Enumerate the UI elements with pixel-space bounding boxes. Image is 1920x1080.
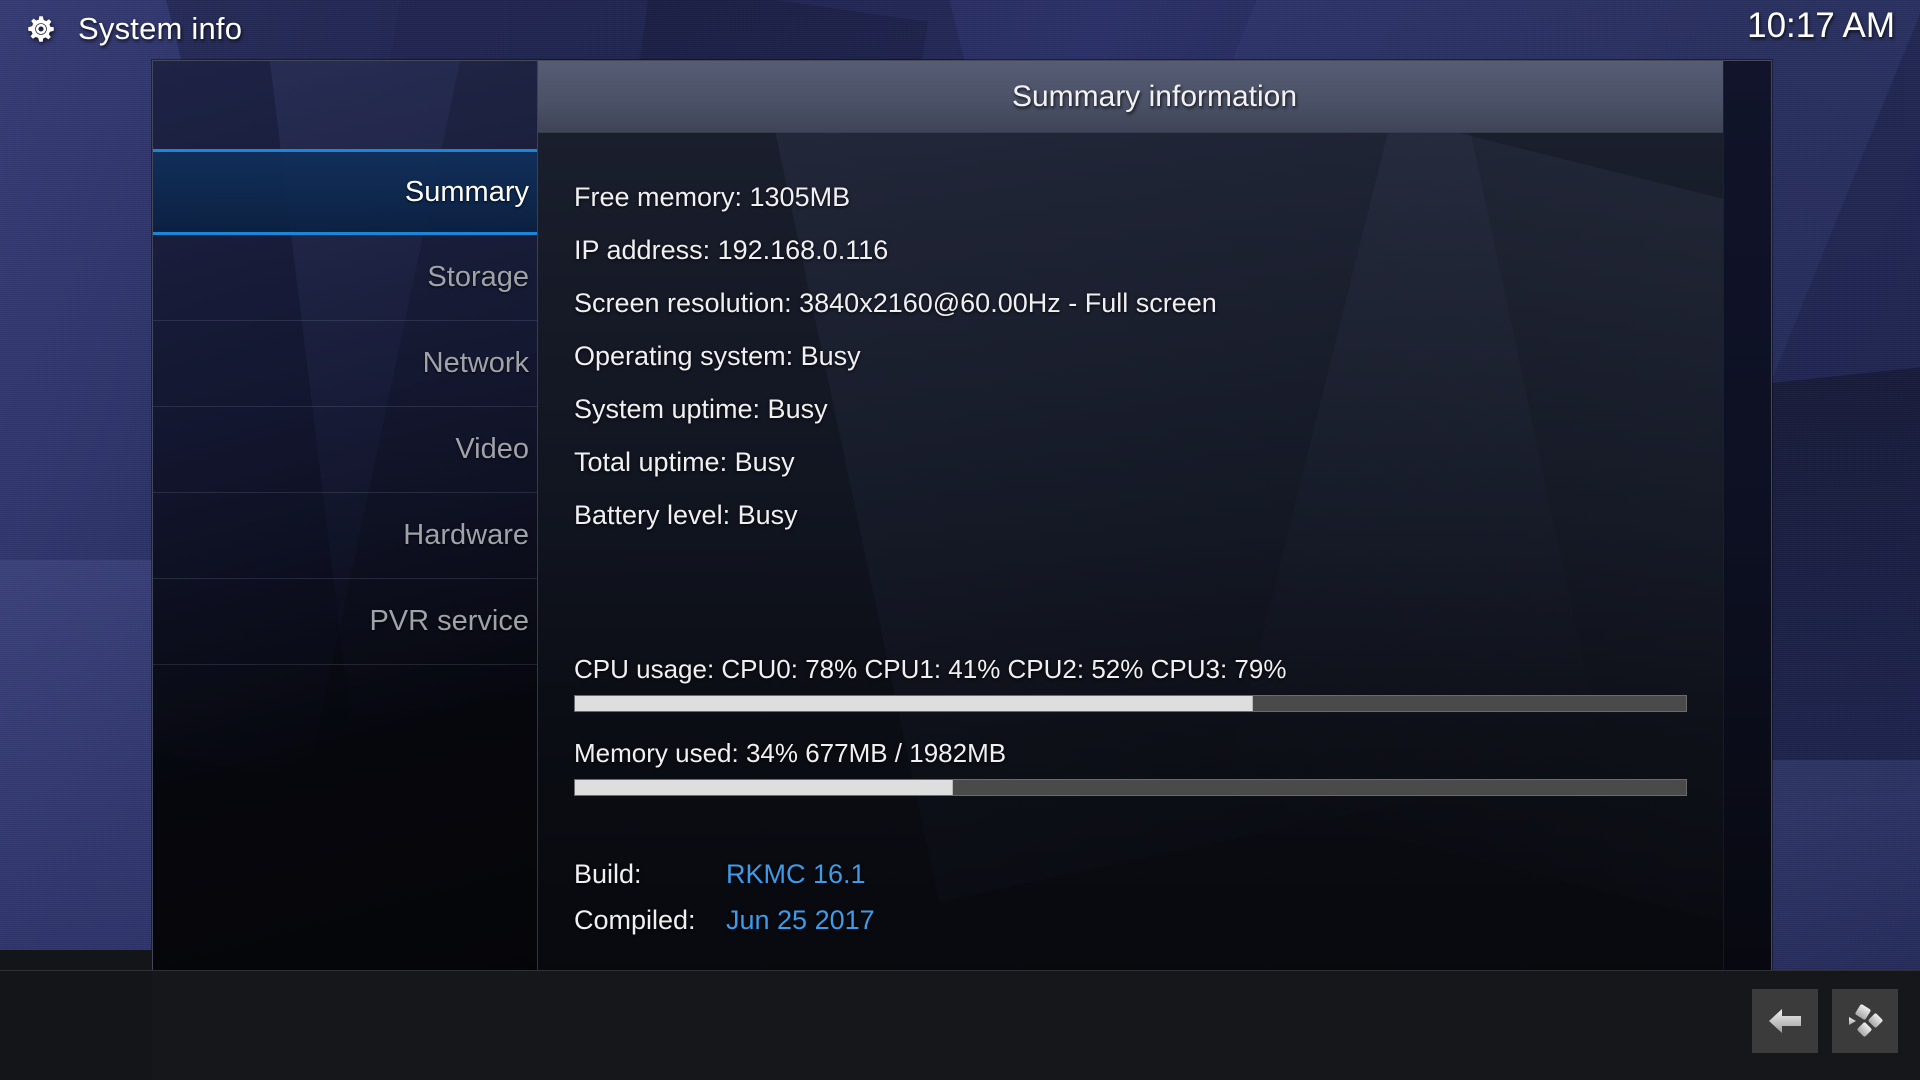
sidebar-item-pvr-service[interactable]: PVR service <box>153 579 537 665</box>
sidebar-item-label: Network <box>422 347 529 379</box>
sidebar-item-video[interactable]: Video <box>153 407 537 493</box>
cpu-usage-label: CPU usage: CPU0: 78% CPU1: 41% CPU2: 52%… <box>574 654 1287 684</box>
build-row: Build: RKMC 16.1 <box>574 851 875 897</box>
back-arrow-icon <box>1766 1006 1804 1036</box>
sidebar-item-label: Summary <box>404 175 529 208</box>
compiled-label: Compiled: <box>574 905 696 935</box>
sidebar-item-label: Hardware <box>403 519 529 551</box>
sidebar-item-summary[interactable]: Summary <box>153 149 537 235</box>
summary-info-line: Battery level: Busy <box>574 500 798 530</box>
compiled-value: Jun 25 2017 <box>726 905 875 935</box>
build-label: Build: <box>574 859 642 889</box>
memory-usage-bar <box>574 779 1687 796</box>
summary-info-line: Total uptime: Busy <box>574 447 795 477</box>
system-info-dialog: Summary Storage Network Video Hardware PVR se… <box>152 60 1772 988</box>
sidebar-item-label: Video <box>455 433 529 465</box>
memory-usage-label: Memory used: 34% 677MB / 1982MB <box>574 738 1007 768</box>
summary-info-line: IP address: 192.168.0.116 <box>574 235 889 265</box>
gear-icon <box>24 12 58 46</box>
content-title-bar: Summary information <box>538 61 1771 133</box>
compiled-row: Compiled: Jun 25 2017 <box>574 897 875 943</box>
usage-section: CPU usage: CPU0: 78% CPU1: 41% CPU2: 52%… <box>574 654 1687 822</box>
sidebar-item-label: Storage <box>427 261 529 293</box>
cpu-usage-bar <box>574 695 1687 712</box>
summary-info-line: Free memory: 1305MB <box>574 182 851 212</box>
menu-list: Summary Storage Network Video Hardware PVR se… <box>153 149 537 665</box>
sidebar-item-network[interactable]: Network <box>153 321 537 407</box>
summary-info-line: Operating system: Busy <box>574 341 861 371</box>
build-info: Build: RKMC 16.1 Compiled: Jun 25 2017 <box>574 851 875 943</box>
cpu-usage-bar-fill <box>575 696 1253 711</box>
kodi-system-info-screen: System info 10:17 AM Summary Storage Netwo… <box>0 0 1920 1080</box>
top-bar-left: System info <box>24 11 242 47</box>
sidebar-item-label: PVR service <box>369 605 529 637</box>
top-bar: System info 10:17 AM <box>0 0 1920 58</box>
summary-info-line: System uptime: Busy <box>574 394 828 424</box>
menu-top-spacer <box>153 61 537 149</box>
sidebar-item-hardware[interactable]: Hardware <box>153 493 537 579</box>
content-title-text: Summary information <box>1011 79 1298 113</box>
content-panel: Summary information Free memory: 1305MB I… <box>538 61 1771 987</box>
summary-info-line: Screen resolution: 3840x2160@60.00Hz - F… <box>574 288 1217 318</box>
category-menu: Summary Storage Network Video Hardware PVR se… <box>153 61 538 987</box>
clock: 10:17 AM <box>1747 6 1895 45</box>
sidebar-item-storage[interactable]: Storage <box>153 235 537 321</box>
kodi-logo-icon <box>1845 1003 1885 1039</box>
back-button[interactable] <box>1752 989 1818 1053</box>
build-value: RKMC 16.1 <box>726 859 866 889</box>
bottom-bar-buttons <box>1752 989 1898 1053</box>
memory-usage-bar-fill <box>575 780 953 795</box>
home-button[interactable] <box>1832 989 1898 1053</box>
summary-info-list: Free memory: 1305MB IP address: 192.168.0… <box>538 133 1771 542</box>
page-title: System info <box>78 11 243 46</box>
bottom-bar <box>0 970 1920 1080</box>
